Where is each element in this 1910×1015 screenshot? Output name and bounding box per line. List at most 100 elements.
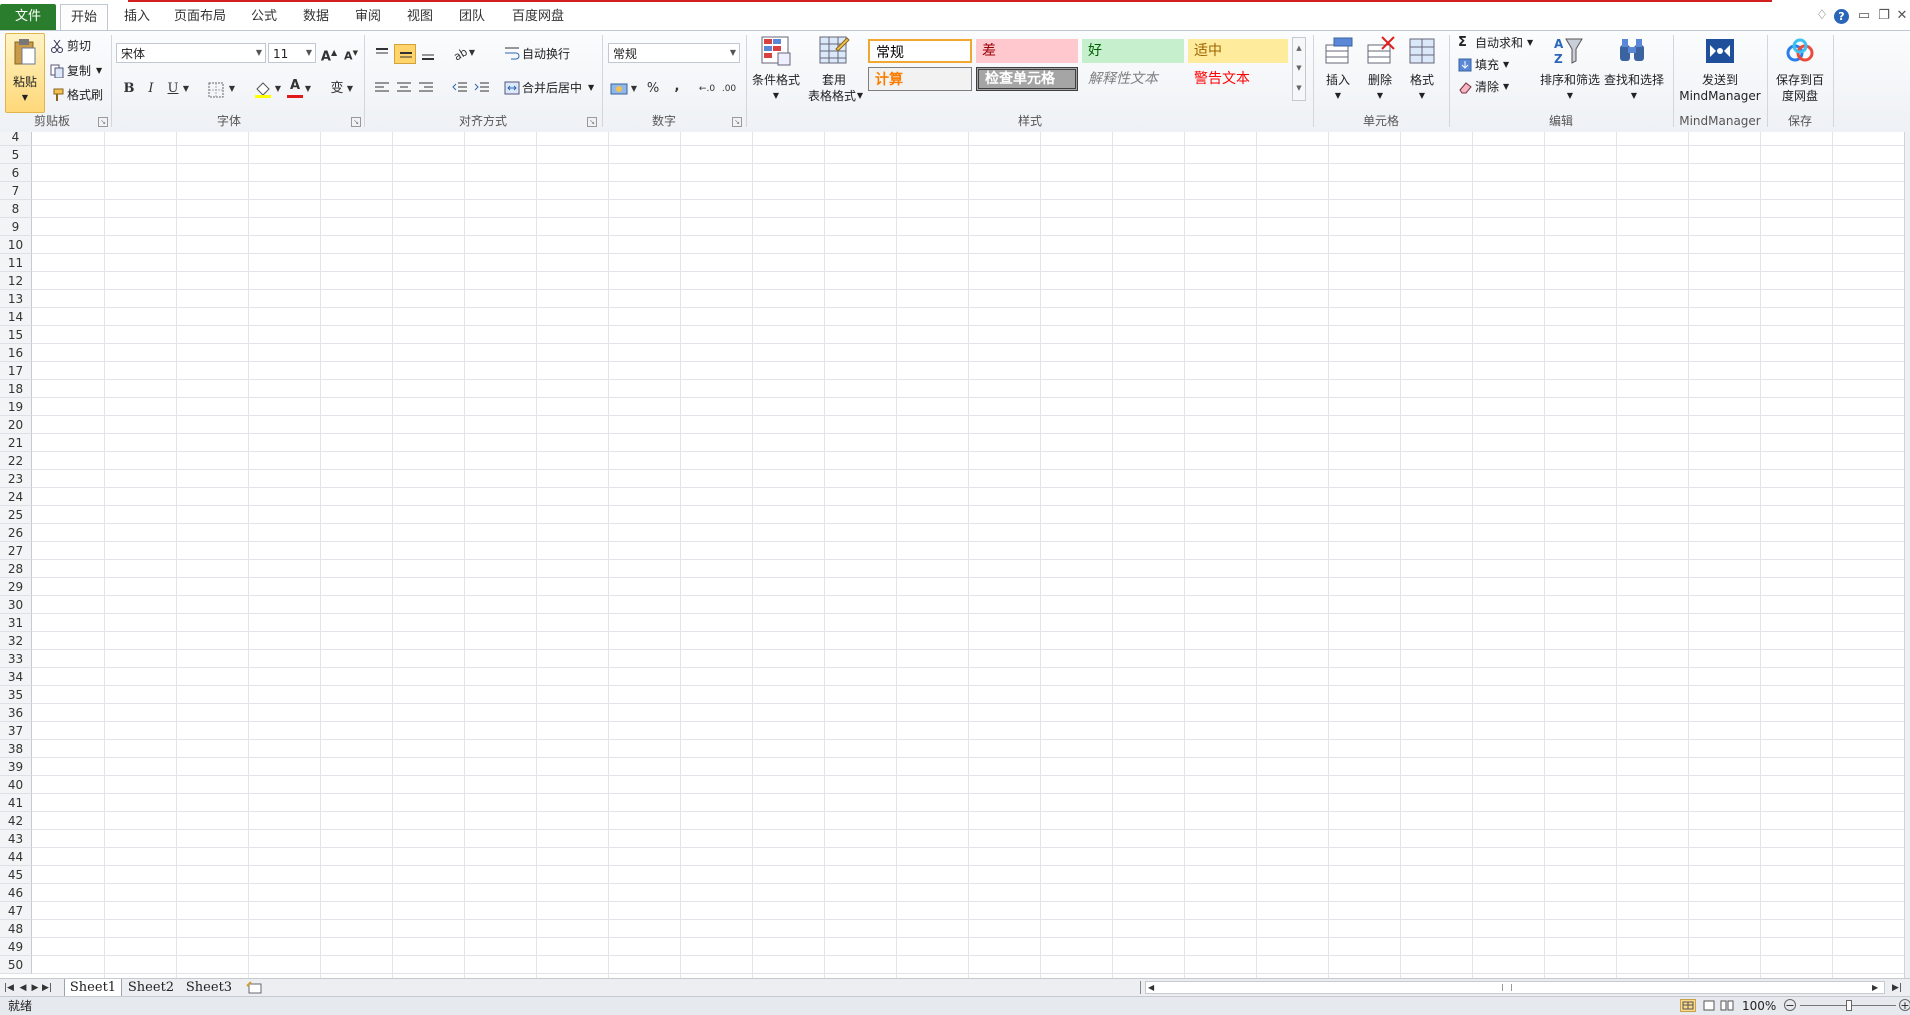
row-header[interactable]: 26 [0,524,32,542]
style-bad[interactable]: 差 [976,39,1078,63]
sheet-tab-2[interactable]: Sheet2 [124,979,178,996]
style-calculation[interactable]: 计算 [868,67,972,91]
gallery-expand-icon[interactable]: ▼ [1293,78,1305,98]
ribbon-minimize-icon[interactable]: ♢ [1814,8,1830,24]
currency-dropdown-icon[interactable]: ▼ [628,78,640,100]
row-header[interactable]: 50 [0,956,32,974]
sheet-tab-1[interactable]: Sheet1 [64,979,122,997]
row-header[interactable]: 31 [0,614,32,632]
format-painter-button[interactable]: 格式刷 [67,87,103,103]
row-header[interactable]: 35 [0,686,32,704]
fill-color-dropdown-icon[interactable]: ▼ [272,78,284,100]
alignment-launcher-icon[interactable]: ↘ [587,117,597,127]
row-header[interactable]: 41 [0,794,32,812]
save-to-baidu-button[interactable]: 保存到百 [1768,72,1832,88]
row-header[interactable]: 12 [0,272,32,290]
row-header[interactable]: 34 [0,668,32,686]
increase-font-size-button[interactable]: A▲ [318,42,340,64]
autosum-button[interactable]: 自动求和 [1475,35,1523,51]
tab-insert[interactable]: 插入 [114,4,160,30]
copy-button[interactable]: 复制 [67,63,91,79]
horizontal-scrollbar[interactable]: ◀ ▶ [1145,981,1885,994]
format-as-table-button[interactable]: 表格格式 [804,88,860,104]
style-explanatory[interactable]: 解释性文本 [1082,67,1184,91]
row-header[interactable]: 43 [0,830,32,848]
cut-button[interactable]: 剪切 [67,38,91,54]
style-neutral[interactable]: 适中 [1188,39,1288,63]
tab-data[interactable]: 数据 [296,4,336,30]
decrease-font-size-button[interactable]: A▼ [340,42,362,64]
align-top-icon[interactable] [374,47,390,61]
window-minimize-icon[interactable]: ▭ [1856,8,1872,24]
bold-button[interactable]: B [118,78,140,100]
align-right-icon[interactable] [418,81,434,95]
normal-view-button[interactable] [1680,999,1696,1012]
tab-file[interactable]: 文件 [0,4,56,30]
fill-color-icon[interactable] [254,80,272,98]
clipboard-launcher-icon[interactable]: ↘ [98,117,108,127]
copy-dropdown-icon[interactable]: ▼ [96,63,102,79]
row-header[interactable]: 42 [0,812,32,830]
autosum-dropdown-icon[interactable]: ▼ [1527,35,1533,51]
row-header[interactable]: 36 [0,704,32,722]
scroll-thumb-grip[interactable] [1502,984,1512,991]
orientation-dropdown-icon[interactable]: ▼ [466,42,478,64]
font-launcher-icon[interactable]: ↘ [351,117,361,127]
number-launcher-icon[interactable]: ↘ [732,117,742,127]
worksheet-grid[interactable]: 4 5 6 7 8 9 10 11 12 13 14 15 16 17 18 19 20 21 22 23 24 25 26… [0,132,1904,978]
align-middle-button[interactable] [394,44,416,64]
row-header[interactable]: 4 [0,132,32,146]
fill-button[interactable]: 填充 [1475,57,1499,73]
scroll-right-icon[interactable]: ▶ [1872,982,1878,993]
merge-center-button[interactable]: 合并后居中 [522,80,582,96]
tab-home[interactable]: 开始 [60,4,108,31]
align-left-icon[interactable] [374,81,390,95]
row-header[interactable]: 24 [0,488,32,506]
border-dropdown-icon[interactable]: ▼ [226,78,238,100]
styles-gallery-scroll[interactable]: ▲ ▼ ▼ [1292,37,1306,101]
page-layout-view-icon[interactable] [1702,1000,1716,1011]
style-check-cell[interactable]: 检查单元格 [976,67,1078,91]
row-header[interactable]: 27 [0,542,32,560]
delete-cells-button[interactable]: 删除 [1360,72,1400,88]
prev-sheet-icon[interactable]: ◀ [18,980,28,996]
tab-baidu-netdisk[interactable]: 百度网盘 [508,4,568,30]
row-header[interactable]: 30 [0,596,32,614]
row-header[interactable]: 28 [0,560,32,578]
row-header[interactable]: 5 [0,146,32,164]
fill-dropdown-icon[interactable]: ▼ [1503,57,1509,73]
row-header[interactable]: 16 [0,344,32,362]
help-icon[interactable]: ? [1834,9,1849,24]
increase-decimal-icon[interactable]: ←.0 [696,78,718,100]
style-normal[interactable]: 常规 [868,39,972,63]
clear-dropdown-icon[interactable]: ▼ [1503,79,1509,95]
phonetic-dropdown-icon[interactable]: ▼ [344,78,356,100]
sheet-tab-3[interactable]: Sheet3 [182,979,236,996]
style-warning[interactable]: 警告文本 [1188,67,1288,91]
vertical-scrollbar[interactable] [1904,132,1910,978]
tab-view[interactable]: 视图 [400,4,440,30]
tab-review[interactable]: 审阅 [348,4,388,30]
send-to-mindmanager-button[interactable]: 发送到 [1674,72,1766,88]
row-header[interactable]: 37 [0,722,32,740]
font-name-select[interactable]: 宋体 ▼ [116,43,266,63]
row-header[interactable]: 33 [0,650,32,668]
window-restore-icon[interactable]: ❐ [1876,8,1892,24]
row-header[interactable]: 32 [0,632,32,650]
row-header[interactable]: 22 [0,452,32,470]
number-format-select[interactable]: 常规 ▼ [608,43,740,63]
last-sheet-icon[interactable]: ▶| [42,980,52,996]
wrap-text-button[interactable]: 自动换行 [522,46,570,62]
align-bottom-icon[interactable] [420,47,436,61]
scroll-down-icon[interactable]: ▼ [1293,58,1305,78]
next-sheet-icon[interactable]: ▶ [30,980,40,996]
row-header[interactable]: 45 [0,866,32,884]
decrease-decimal-icon[interactable]: .00 [718,78,740,100]
clear-button[interactable]: 清除 [1475,79,1499,95]
row-header[interactable]: 21 [0,434,32,452]
window-close-icon[interactable]: ✕ [1894,8,1910,24]
insert-worksheet-icon[interactable] [246,981,264,995]
row-header[interactable]: 11 [0,254,32,272]
underline-dropdown-icon[interactable]: ▼ [180,78,192,100]
percent-button[interactable]: % [642,78,664,100]
